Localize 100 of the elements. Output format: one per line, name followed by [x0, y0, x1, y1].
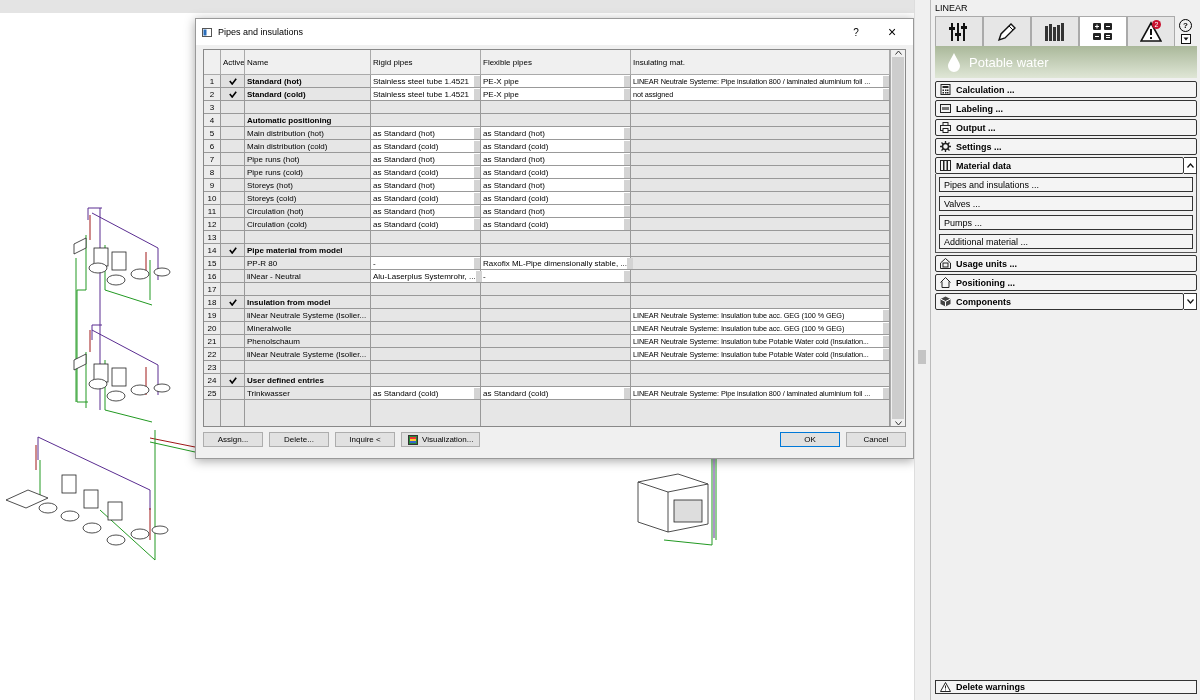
table-cell[interactable]: - — [371, 257, 481, 270]
expand-toggle[interactable] — [1184, 157, 1197, 174]
section-button[interactable]: Settings ... — [935, 138, 1197, 155]
dialog-button[interactable]: Cancel — [846, 432, 906, 447]
table-cell[interactable]: Stainless steel tube 1.4521 — [371, 88, 481, 101]
browse-button[interactable] — [624, 88, 630, 100]
column-header[interactable]: Insulating mat. — [631, 50, 890, 75]
checkbox-cell[interactable] — [221, 348, 245, 361]
checkbox-cell[interactable] — [221, 296, 245, 309]
delete-warnings-button[interactable]: Delete warnings — [935, 680, 1197, 694]
table-cell[interactable]: as Standard (cold) — [481, 166, 631, 179]
table-cell[interactable]: as Standard (hot) — [371, 153, 481, 166]
browse-button[interactable] — [624, 140, 630, 152]
checkbox-cell[interactable] — [221, 283, 245, 296]
table-cell[interactable]: as Standard (hot) — [371, 127, 481, 140]
column-header[interactable]: Name — [245, 50, 371, 75]
dialog-button[interactable]: Inquire < — [335, 432, 395, 447]
table-cell[interactable]: as Standard (cold) — [371, 387, 481, 400]
checkbox-cell[interactable] — [221, 114, 245, 127]
checkbox-cell[interactable] — [221, 335, 245, 348]
submenu-button[interactable]: Additional material ... — [939, 234, 1193, 249]
checkbox-cell[interactable] — [221, 192, 245, 205]
table-cell[interactable]: as Standard (cold) — [371, 166, 481, 179]
table-cell[interactable]: Stainless steel tube 1.4521 — [371, 75, 481, 88]
table-cell[interactable]: as Standard (hot) — [371, 179, 481, 192]
browse-button[interactable] — [474, 127, 480, 139]
table-cell[interactable]: as Standard (hot) — [481, 205, 631, 218]
browse-button[interactable] — [624, 75, 630, 87]
browse-button[interactable] — [624, 192, 630, 204]
section-button[interactable]: Components — [935, 293, 1184, 310]
table-cell[interactable]: as Standard (cold) — [481, 218, 631, 231]
checkbox-cell[interactable] — [221, 231, 245, 244]
table-cell[interactable]: Alu-Laserplus Systemrohr, ... — [371, 270, 481, 283]
checkbox-cell[interactable] — [221, 218, 245, 231]
dialog-button[interactable]: OK — [780, 432, 840, 447]
section-button[interactable]: Calculation ... — [935, 81, 1197, 98]
checkbox-cell[interactable] — [221, 179, 245, 192]
browse-button[interactable] — [883, 335, 889, 347]
panel-tab[interactable] — [935, 16, 983, 46]
table-cell[interactable]: as Standard (cold) — [481, 192, 631, 205]
table-cell[interactable]: Raxofix ML-Pipe dimensionally stable, ... — [481, 257, 631, 270]
table-cell[interactable]: as Standard (hot) — [481, 127, 631, 140]
column-header[interactable]: Flexible pipes — [481, 50, 631, 75]
section-button[interactable]: Output ... — [935, 119, 1197, 136]
browse-button[interactable] — [624, 127, 630, 139]
checkbox-cell[interactable] — [221, 322, 245, 335]
checkbox-cell[interactable] — [221, 140, 245, 153]
table-cell[interactable]: as Standard (cold) — [371, 140, 481, 153]
browse-button[interactable] — [474, 75, 480, 87]
expand-toggle[interactable] — [1184, 293, 1197, 310]
checkbox-cell[interactable] — [221, 127, 245, 140]
browse-button[interactable] — [883, 387, 889, 399]
browse-button[interactable] — [474, 257, 480, 269]
browse-button[interactable] — [624, 387, 630, 399]
panel-tab[interactable] — [983, 16, 1031, 46]
checkbox-cell[interactable] — [221, 257, 245, 270]
checkbox-cell[interactable] — [221, 374, 245, 387]
browse-button[interactable] — [474, 387, 480, 399]
checkbox-cell[interactable] — [221, 153, 245, 166]
checkbox-cell[interactable] — [221, 387, 245, 400]
table-cell[interactable]: as Standard (cold) — [371, 218, 481, 231]
table-cell[interactable]: - — [481, 270, 631, 283]
browse-button[interactable] — [627, 257, 634, 269]
table-cell[interactable]: as Standard (cold) — [481, 140, 631, 153]
checkbox-cell[interactable] — [221, 75, 245, 88]
browse-button[interactable] — [883, 309, 889, 321]
help-button[interactable]: ? — [841, 25, 871, 39]
browse-button[interactable] — [474, 192, 480, 204]
checkbox-cell[interactable] — [221, 205, 245, 218]
panel-tab[interactable] — [1031, 16, 1079, 46]
browse-button[interactable] — [475, 270, 482, 282]
checkbox-cell[interactable] — [221, 88, 245, 101]
checkbox-cell[interactable] — [221, 101, 245, 114]
section-button[interactable]: Usage units ... — [935, 255, 1197, 272]
browse-button[interactable] — [474, 153, 480, 165]
browse-button[interactable] — [474, 140, 480, 152]
browse-button[interactable] — [883, 322, 889, 334]
column-header[interactable]: Rigid pipes — [371, 50, 481, 75]
submenu-button[interactable]: Valves ... — [939, 196, 1193, 211]
submenu-button[interactable]: Pumps ... — [939, 215, 1193, 230]
scrollbar[interactable] — [890, 50, 905, 426]
dialog-button[interactable]: Assign... — [203, 432, 263, 447]
checkbox-cell[interactable] — [221, 244, 245, 257]
submenu-button[interactable]: Pipes and insulations ... — [939, 177, 1193, 192]
checkbox-cell[interactable] — [221, 361, 245, 374]
browse-button[interactable] — [624, 166, 630, 178]
browse-button[interactable] — [474, 88, 480, 100]
table-cell[interactable]: as Standard (hot) — [481, 179, 631, 192]
dropdown-icon[interactable] — [1180, 33, 1191, 44]
section-button[interactable]: Material data — [935, 157, 1184, 174]
table-cell[interactable]: PE-X pipe — [481, 88, 631, 101]
browse-button[interactable] — [624, 153, 630, 165]
checkbox-cell[interactable] — [221, 166, 245, 179]
browse-button[interactable] — [474, 179, 480, 191]
column-header[interactable]: Active — [221, 50, 245, 75]
table-cell[interactable]: as Standard (hot) — [481, 153, 631, 166]
browse-button[interactable] — [474, 166, 480, 178]
browse-button[interactable] — [474, 205, 480, 217]
browse-button[interactable] — [883, 88, 889, 100]
checkbox-cell[interactable] — [221, 270, 245, 283]
